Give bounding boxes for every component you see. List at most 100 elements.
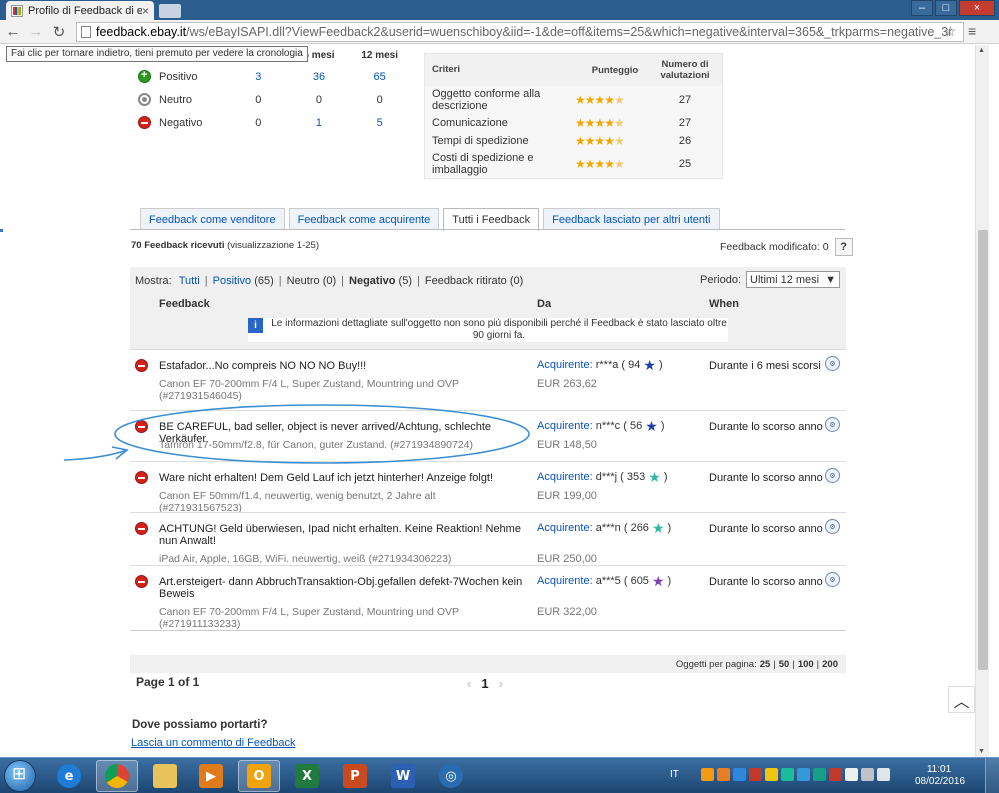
maximize-icon[interactable]: □: [935, 0, 957, 16]
buyer-id[interactable]: r***a ( 94: [596, 359, 641, 371]
rating-count: 25: [678, 158, 692, 170]
folder-icon: [153, 764, 177, 788]
follow-up-icon[interactable]: ⚙: [825, 468, 840, 483]
rating-criterion: Comunicazione: [432, 117, 508, 129]
browser-tab[interactable]: Profilo di Feedback di eBa ×: [6, 1, 154, 20]
volume-icon[interactable]: [876, 768, 890, 781]
back-arrow-icon[interactable]: ←: [3, 22, 23, 42]
summary-count-link[interactable]: 1: [289, 117, 350, 129]
outlook-icon: O: [247, 764, 271, 788]
clock-time: 11:01: [926, 764, 952, 775]
show-desktop-button[interactable]: [985, 758, 999, 793]
tab-feedback-left-for-others[interactable]: Feedback lasciato per altri utenti: [543, 208, 720, 230]
reload-icon[interactable]: ↻: [49, 22, 69, 42]
language-indicator[interactable]: IT: [670, 769, 679, 780]
new-tab-button[interactable]: [159, 4, 181, 18]
star-icon: ★: [614, 93, 625, 107]
positive-icon: [138, 69, 151, 83]
address-bar[interactable]: feedback.ebay.it/ws/eBayISAPI.dll?ViewFe…: [76, 22, 964, 42]
feedback-comment: Estafador...No compreis NO NO NO Buy!!!: [159, 360, 367, 372]
follow-up-icon[interactable]: ⚙: [825, 417, 840, 432]
star-icon: ★: [614, 134, 625, 148]
taskbar-powerpoint[interactable]: P: [334, 760, 376, 792]
follow-up-icon[interactable]: ⚙: [825, 572, 840, 587]
system-clock[interactable]: 11:01 08/02/2016: [915, 764, 965, 788]
feedback-price: EUR 148,50: [537, 439, 597, 451]
tab-feedback-as-buyer[interactable]: Feedback come acquirente: [288, 208, 440, 230]
tray-icon[interactable]: [748, 768, 762, 781]
star-icon: ★: [594, 93, 606, 107]
tray-icon[interactable]: [812, 768, 826, 781]
tray-icon[interactable]: [780, 768, 794, 781]
star-icon: ★: [594, 116, 606, 130]
scroll-up-arrow-icon[interactable]: ▲: [978, 47, 985, 54]
filter-all-link[interactable]: Tutti: [179, 275, 200, 287]
window-close-icon[interactable]: ×: [959, 0, 995, 16]
feedback-item: Canon EF 70-200mm F/4 L, Super Zustand, …: [159, 606, 459, 630]
feedback-tabs: Feedback come venditore Feedback come ac…: [140, 208, 724, 231]
per-page-option[interactable]: 50: [779, 659, 790, 670]
next-page-chevron-icon[interactable]: ›: [499, 676, 503, 691]
flag-icon[interactable]: [844, 768, 858, 781]
tray-icon[interactable]: [764, 768, 778, 781]
summary-label: Positivo: [159, 70, 198, 83]
summary-count-link[interactable]: 5: [349, 117, 410, 129]
browser-menu-icon[interactable]: ≡: [968, 23, 976, 39]
feedback-item: Tamron 17-50mm/f2.8, für Canon, guter Zu…: [159, 439, 474, 451]
summary-count-link[interactable]: 65: [349, 71, 410, 83]
star-icon: ★: [584, 157, 596, 171]
per-page-option[interactable]: 25: [760, 659, 771, 670]
buyer-id[interactable]: d***j ( 353: [596, 471, 646, 483]
taskbar-word[interactable]: W: [382, 760, 424, 792]
summary-count-link[interactable]: 36: [289, 71, 350, 83]
star-icon: ★: [584, 93, 596, 107]
taskbar-internet-explorer[interactable]: e: [48, 760, 90, 792]
summary-count-link[interactable]: 3: [228, 71, 289, 83]
follow-up-icon[interactable]: ⚙: [825, 356, 840, 371]
tray-icon[interactable]: [700, 768, 714, 781]
tray-icon[interactable]: [828, 768, 842, 781]
star-icon: ★: [614, 157, 625, 171]
tab-feedback-as-seller[interactable]: Feedback come venditore: [140, 208, 285, 230]
current-page[interactable]: 1: [481, 676, 488, 691]
summary-label: Negativo: [159, 116, 203, 129]
tray-icon[interactable]: [796, 768, 810, 781]
scroll-thumb[interactable]: [978, 230, 988, 670]
feedback-count: 70 Feedback ricevuti (visualizzazione 1-…: [131, 240, 319, 251]
internet-explorer-icon: e: [57, 764, 81, 788]
bookmark-star-icon[interactable]: ☆: [944, 23, 957, 40]
tray-icon[interactable]: [716, 768, 730, 781]
follow-up-icon[interactable]: ⚙: [825, 519, 840, 534]
prev-page-chevron-icon[interactable]: ‹: [467, 676, 471, 691]
rating-stars: ★ ★ ★ ★ ★: [573, 93, 655, 107]
taskbar-outlook[interactable]: O: [238, 760, 280, 792]
network-icon[interactable]: [860, 768, 874, 781]
per-page-option[interactable]: 200: [822, 659, 838, 670]
page-scrollbar[interactable]: ▲ ▼: [975, 45, 989, 757]
minimize-icon[interactable]: –: [911, 0, 933, 16]
back-to-top-chevron-icon[interactable]: ︿: [948, 686, 975, 713]
forward-arrow-icon[interactable]: →: [26, 22, 46, 42]
feedback-price: EUR 322,00: [537, 606, 597, 618]
taskbar-media-player[interactable]: ▶: [190, 760, 232, 792]
buyer-id[interactable]: a***5 ( 605: [596, 575, 649, 587]
period-select[interactable]: Ultimi 12 mesi ▼: [746, 271, 840, 288]
scroll-down-arrow-icon[interactable]: ▼: [978, 748, 985, 755]
windows-start-icon[interactable]: [4, 760, 36, 792]
taskbar-chrome[interactable]: [96, 760, 138, 792]
buyer-id[interactable]: n***c ( 56: [596, 420, 642, 432]
help-button[interactable]: ?: [834, 238, 853, 256]
filter-positive-link[interactable]: Positivo: [213, 275, 252, 287]
tray-icon[interactable]: [732, 768, 746, 781]
tab-close-icon[interactable]: ×: [142, 4, 149, 18]
rating-criterion: Oggetto conforme alla descrizione: [432, 88, 541, 112]
filter-withdrawn: Feedback ritirato (0): [424, 275, 524, 287]
taskbar-app[interactable]: ◎: [430, 760, 472, 792]
leave-feedback-link[interactable]: Lascia un commento di Feedback: [131, 737, 295, 749]
tab-all-feedback[interactable]: Tutti i Feedback: [443, 208, 540, 231]
per-page-option[interactable]: 100: [798, 659, 814, 670]
buyer-id[interactable]: a***n ( 266: [596, 522, 649, 534]
taskbar-excel[interactable]: X: [286, 760, 328, 792]
taskbar-explorer[interactable]: [144, 760, 186, 792]
windows-taskbar: e ▶ O X P W ◎ IT 11:01 08/02/2016: [0, 757, 999, 793]
